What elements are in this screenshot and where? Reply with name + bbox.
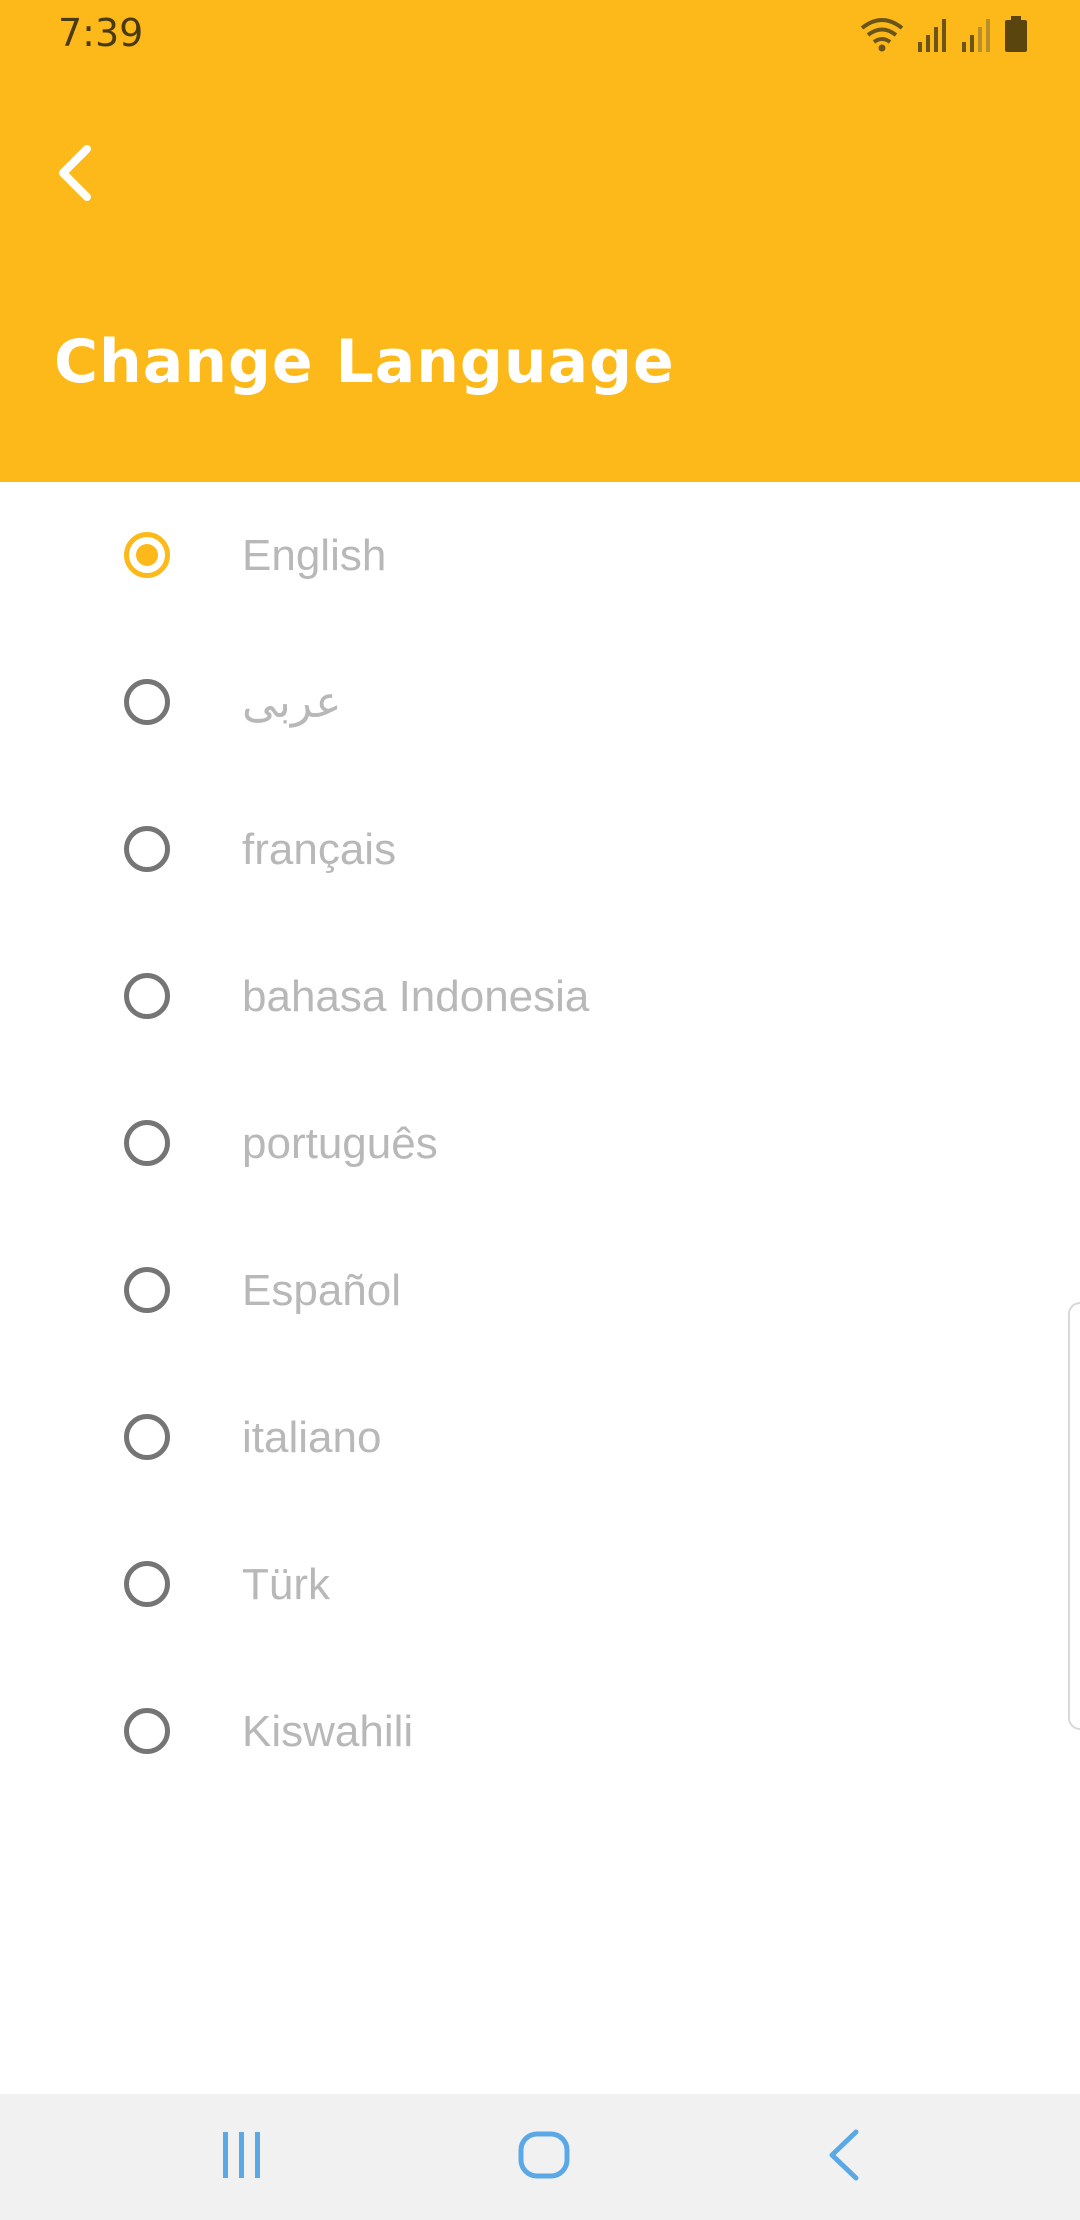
home-icon bbox=[517, 2130, 571, 2184]
back-icon bbox=[824, 2128, 864, 2186]
radio-button[interactable] bbox=[124, 1561, 170, 1607]
system-back-button[interactable] bbox=[784, 2114, 904, 2200]
language-label: عربى bbox=[242, 678, 342, 727]
edge-panel-handle[interactable] bbox=[1068, 1302, 1080, 1730]
language-label: English bbox=[242, 531, 387, 580]
recent-apps-button[interactable] bbox=[182, 2114, 302, 2200]
recent-apps-icon bbox=[219, 2130, 265, 2184]
language-label: Kiswahili bbox=[242, 1707, 414, 1756]
status-time: 7:39 bbox=[58, 11, 144, 55]
status-icons bbox=[858, 12, 1028, 52]
radio-button[interactable] bbox=[124, 826, 170, 872]
language-label: bahasa Indonesia bbox=[242, 972, 590, 1021]
language-option-spanish[interactable]: Español bbox=[0, 1217, 1080, 1364]
battery-icon bbox=[1004, 16, 1028, 52]
language-label: Español bbox=[242, 1266, 402, 1315]
language-option-swahili[interactable]: Kiswahili bbox=[0, 1658, 1080, 1805]
signal-icon bbox=[960, 18, 994, 52]
status-bar: 7:39 bbox=[0, 0, 1080, 64]
back-button[interactable] bbox=[40, 130, 110, 220]
navigation-bar bbox=[0, 2094, 1080, 2220]
language-label: français bbox=[242, 825, 397, 874]
chevron-left-icon bbox=[55, 143, 95, 207]
language-label: italiano bbox=[242, 1413, 382, 1462]
language-option-portuguese[interactable]: português bbox=[0, 1070, 1080, 1217]
language-option-indonesian[interactable]: bahasa Indonesia bbox=[0, 923, 1080, 1070]
radio-button[interactable] bbox=[124, 1267, 170, 1313]
radio-button[interactable] bbox=[124, 973, 170, 1019]
app-header: 7:39 Change Language bbox=[0, 0, 1080, 482]
radio-button[interactable] bbox=[124, 1708, 170, 1754]
language-label: Türk bbox=[242, 1560, 330, 1609]
language-option-turkish[interactable]: Türk bbox=[0, 1511, 1080, 1658]
language-option-italian[interactable]: italiano bbox=[0, 1364, 1080, 1511]
page-title: Change Language bbox=[54, 327, 675, 397]
signal-icon bbox=[916, 18, 950, 52]
home-button[interactable] bbox=[484, 2114, 604, 2200]
language-option-arabic[interactable]: عربى bbox=[0, 629, 1080, 776]
wifi-icon bbox=[858, 16, 906, 52]
radio-button[interactable] bbox=[124, 679, 170, 725]
language-option-french[interactable]: français bbox=[0, 776, 1080, 923]
radio-button[interactable] bbox=[124, 1120, 170, 1166]
radio-button[interactable] bbox=[124, 1414, 170, 1460]
radio-button-selected[interactable] bbox=[124, 532, 170, 578]
language-list: English عربى français bahasa Indonesia p… bbox=[0, 482, 1080, 2094]
language-label: português bbox=[242, 1119, 438, 1168]
language-option-english[interactable]: English bbox=[0, 482, 1080, 629]
